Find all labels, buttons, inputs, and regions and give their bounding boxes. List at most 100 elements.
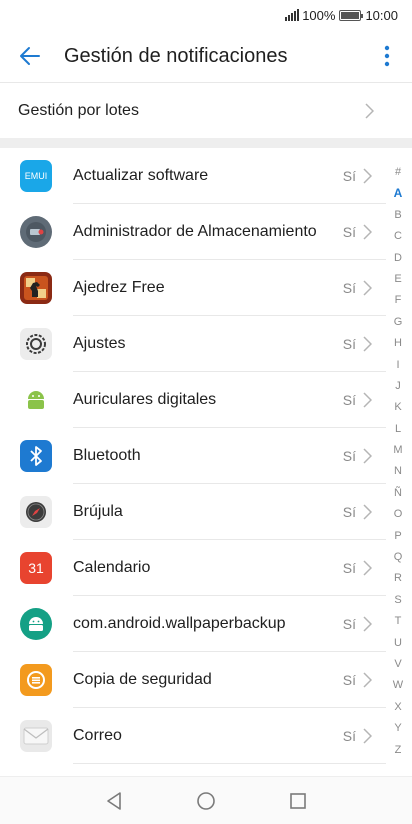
alphabet-index-letter[interactable]: K <box>394 397 401 418</box>
alphabet-index-letter[interactable]: Q <box>394 547 403 568</box>
alphabet-index-letter[interactable]: V <box>394 654 401 675</box>
storage-manager-icon <box>20 216 52 248</box>
chess-icon <box>20 272 52 304</box>
alphabet-index-letter[interactable]: R <box>394 568 402 589</box>
app-name: Administrador de Almacenamiento <box>73 223 317 240</box>
alphabet-index-letter[interactable]: # <box>395 162 401 183</box>
arrow-left-icon <box>20 47 40 65</box>
alphabet-index-letter[interactable]: B <box>394 205 401 226</box>
alphabet-index-letter[interactable]: G <box>394 312 403 333</box>
app-row-actualizar-software[interactable]: EMUI Actualizar software Sí <box>0 148 386 204</box>
app-name: Calendario <box>73 559 151 576</box>
app-state: Sí <box>342 616 356 632</box>
more-vertical-icon <box>384 45 390 67</box>
calendar-icon-text: 31 <box>28 560 44 576</box>
app-state: Sí <box>342 504 356 520</box>
battery-percent: 100% <box>302 7 336 23</box>
alphabet-index-letter[interactable]: N <box>394 461 402 482</box>
alphabet-index-letter[interactable]: I <box>396 355 399 376</box>
chevron-right-icon <box>365 103 374 119</box>
section-divider <box>0 138 412 148</box>
compass-icon <box>20 496 52 528</box>
chevron-right-icon <box>363 504 372 520</box>
alphabet-index-letter[interactable]: P <box>394 526 401 547</box>
alphabet-index-letter[interactable]: Z <box>395 740 402 761</box>
app-name: Ajedrez Free <box>73 279 165 296</box>
app-row-ajustes[interactable]: Ajustes Sí <box>0 316 386 372</box>
chevron-right-icon <box>363 616 372 632</box>
app-header: Gestión de notificaciones <box>0 30 412 82</box>
app-state: Sí <box>342 224 356 240</box>
alphabet-index-letter[interactable]: Ñ <box>394 483 402 504</box>
nav-recents-button[interactable] <box>283 786 313 816</box>
app-state: Sí <box>342 560 356 576</box>
app-name: Correo <box>73 727 122 744</box>
nav-back-button[interactable] <box>99 786 129 816</box>
app-name: com.android.wallpaperbackup <box>73 615 286 632</box>
page-title: Gestión de notificaciones <box>64 44 288 67</box>
emui-icon: EMUI <box>20 160 52 192</box>
alphabet-index-letter[interactable]: J <box>395 376 401 397</box>
nav-recents-icon <box>290 792 306 809</box>
app-state: Sí <box>342 336 356 352</box>
app-name: Auriculares digitales <box>73 391 217 408</box>
alphabet-index-letter[interactable]: X <box>394 697 401 718</box>
app-name: Actualizar software <box>73 167 209 184</box>
alphabet-index-letter[interactable]: O <box>394 504 403 525</box>
alphabet-index-letter[interactable]: L <box>395 419 401 440</box>
chevron-right-icon <box>363 280 372 296</box>
app-row-bluetooth[interactable]: Bluetooth Sí <box>0 428 386 484</box>
chevron-right-icon <box>363 560 372 576</box>
app-state: Sí <box>342 280 356 296</box>
bluetooth-icon <box>20 440 52 472</box>
batch-management-row[interactable]: Gestión por lotes <box>0 82 412 138</box>
app-row-correo[interactable]: Correo Sí <box>0 708 386 764</box>
battery-icon <box>339 9 364 21</box>
alphabet-index-letter[interactable]: S <box>394 590 401 611</box>
nav-home-button[interactable] <box>191 786 221 816</box>
settings-gear-icon <box>20 328 52 360</box>
emui-icon-text: EMUI <box>24 171 48 181</box>
alphabet-index-letter[interactable]: H <box>394 333 402 354</box>
alphabet-index-letter[interactable]: Y <box>394 718 401 739</box>
android-icon <box>20 384 52 416</box>
alphabet-index-letter[interactable]: A <box>394 183 403 204</box>
app-list: EMUI Actualizar software Sí Administrado… <box>0 148 386 764</box>
chevron-right-icon <box>363 672 372 688</box>
alphabet-index-letter[interactable]: F <box>395 290 402 311</box>
app-row-auriculares-digitales[interactable]: Auriculares digitales Sí <box>0 372 386 428</box>
chevron-right-icon <box>363 728 372 744</box>
alphabet-index-letter[interactable]: M <box>393 440 402 461</box>
more-options-button[interactable] <box>362 30 412 82</box>
alphabet-index-letter[interactable]: U <box>394 633 402 654</box>
app-row-wallpaperbackup[interactable]: com.android.wallpaperbackup Sí <box>0 596 386 652</box>
nav-back-icon <box>107 791 121 810</box>
app-row-copia-de-seguridad[interactable]: Copia de seguridad Sí <box>0 652 386 708</box>
alphabet-index-letter[interactable]: D <box>394 248 402 269</box>
alphabet-index-letter[interactable]: T <box>395 611 402 632</box>
back-button[interactable] <box>0 30 60 82</box>
app-name: Brújula <box>73 503 123 520</box>
alphabet-index[interactable]: # A B C D E F G H I J K L M N Ñ O P Q R S T U V W X Y Z <box>388 162 408 761</box>
app-name: Copia de seguridad <box>73 671 212 688</box>
app-row-administrador-almacenamiento[interactable]: Administrador de Almacenamiento Sí <box>0 204 386 260</box>
status-bar: 100% 10:00 <box>0 0 412 30</box>
app-name: Ajustes <box>73 335 126 352</box>
chevron-right-icon <box>363 336 372 352</box>
app-state: Sí <box>342 448 356 464</box>
app-row-ajedrez-free[interactable]: Ajedrez Free Sí <box>0 260 386 316</box>
nav-home-icon <box>197 791 215 810</box>
alphabet-index-letter[interactable]: C <box>394 226 402 247</box>
alphabet-index-letter[interactable]: E <box>394 269 401 290</box>
backup-icon <box>20 664 52 696</box>
app-state: Sí <box>342 728 356 744</box>
alphabet-index-letter[interactable]: W <box>393 675 403 696</box>
chevron-right-icon <box>363 448 372 464</box>
chevron-right-icon <box>363 168 372 184</box>
app-row-calendario[interactable]: 31 Calendario Sí <box>0 540 386 596</box>
clock: 10:00 <box>365 7 398 23</box>
chevron-right-icon <box>363 392 372 408</box>
app-name: Bluetooth <box>73 447 141 464</box>
signal-icon <box>285 9 300 21</box>
app-row-brujula[interactable]: Brújula Sí <box>0 484 386 540</box>
